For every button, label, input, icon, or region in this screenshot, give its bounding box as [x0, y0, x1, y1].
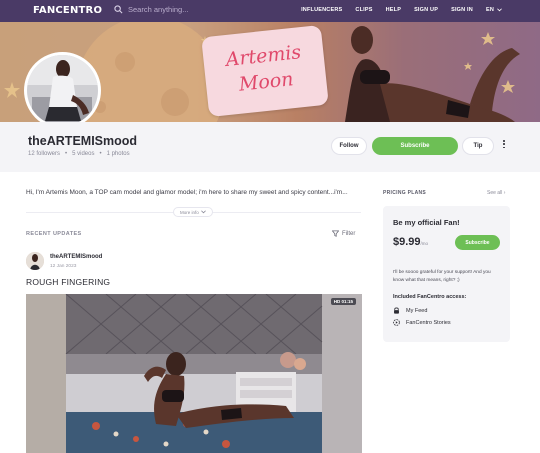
plan-included-heading: Included FanCentro access:	[393, 294, 467, 300]
stats-separator: •	[65, 151, 68, 157]
follow-button[interactable]: Follow	[331, 137, 367, 155]
nav-link-influencers[interactable]: INFLUENCERS	[301, 7, 342, 13]
plan-subscribe-button[interactable]: Subscribe	[455, 235, 500, 250]
post-media[interactable]: HD 01:15	[26, 294, 362, 453]
nav-link-sign-up[interactable]: SIGN UP	[414, 7, 438, 13]
plan-price-period: /mo	[420, 241, 429, 246]
chevron-right-icon: ›	[503, 190, 506, 196]
search-icon	[114, 5, 123, 14]
chevron-down-icon	[200, 210, 206, 214]
name-sign: Artemis Moon	[201, 24, 329, 118]
perk-label: My Feed	[406, 307, 428, 314]
post-date: 12 Jan 2023	[50, 264, 77, 269]
avatar-photo	[27, 55, 98, 126]
search-input[interactable]: Search anything...	[128, 5, 188, 14]
lock-icon	[394, 307, 399, 314]
stats-separator: •	[99, 151, 102, 157]
perk-fancentro-stories: FanCentro Stories	[393, 319, 451, 326]
recent-updates-heading: RECENT UPDATES	[26, 231, 82, 237]
nav-links: INFLUENCERS CLIPS HELP SIGN UP SIGN IN E…	[301, 7, 502, 13]
plan-description: I'll be soooo grateful for your support!…	[393, 270, 491, 283]
perk-my-feed: My Feed	[393, 307, 427, 314]
more-info-label: More info	[180, 209, 199, 215]
top-navbar: FANCENTRO Search anything... INFLUENCERS…	[0, 0, 540, 22]
bio-text: Hi, I'm Artemis Moon, a TOP cam model an…	[26, 189, 348, 196]
language-selector[interactable]: EN	[486, 7, 502, 13]
filter-icon	[332, 230, 339, 237]
videos-count: 5 videos	[72, 151, 95, 157]
plan-price-value: $9.99	[393, 236, 421, 248]
filter-button[interactable]: Filter	[332, 230, 355, 237]
nav-link-help[interactable]: HELP	[386, 7, 401, 13]
pricing-plan-card: Be my official Fan! $9.99/mo Subscribe I…	[383, 206, 510, 342]
pricing-plans-heading: PRICING PLANS	[383, 190, 427, 196]
more-info-button[interactable]: More info	[173, 207, 213, 217]
post-author-avatar[interactable]	[26, 252, 44, 270]
profile-avatar[interactable]	[24, 52, 101, 129]
see-all-label: See all	[487, 190, 503, 196]
post-avatar-photo	[26, 252, 44, 270]
plan-name: Be my official Fan!	[393, 218, 460, 227]
nav-link-clips[interactable]: CLIPS	[355, 7, 372, 13]
post-title: ROUGH FINGERING	[26, 277, 111, 287]
post-video-thumbnail	[26, 294, 362, 453]
photos-count: 1 photos	[106, 151, 130, 157]
profile-header: theARTEMISmood 12 followers • 5 videos •…	[0, 122, 540, 172]
nav-link-sign-in[interactable]: SIGN IN	[451, 7, 473, 13]
fancentro-logo[interactable]: FANCENTRO	[33, 5, 102, 16]
more-options-icon[interactable]	[500, 140, 508, 152]
perk-label: FanCentro Stories	[406, 319, 451, 326]
subscribe-button[interactable]: Subscribe	[372, 137, 458, 155]
chevron-down-icon	[497, 8, 502, 12]
plan-price: $9.99/mo	[393, 236, 428, 248]
profile-name: theARTEMISmood	[28, 134, 138, 148]
stories-icon	[393, 319, 400, 326]
see-all-link[interactable]: See all ›	[487, 190, 505, 196]
post-author-name[interactable]: theARTEMISmood	[50, 254, 102, 260]
tip-button[interactable]: Tip	[462, 137, 494, 155]
language-label: EN	[485, 7, 494, 13]
search-bar[interactable]: Search anything...	[114, 5, 188, 14]
followers-count: 12 followers	[28, 151, 61, 157]
video-duration-badge: HD 01:15	[330, 298, 356, 305]
profile-stats: 12 followers • 5 videos • 1 photos	[28, 151, 130, 157]
filter-label: Filter	[342, 230, 356, 237]
